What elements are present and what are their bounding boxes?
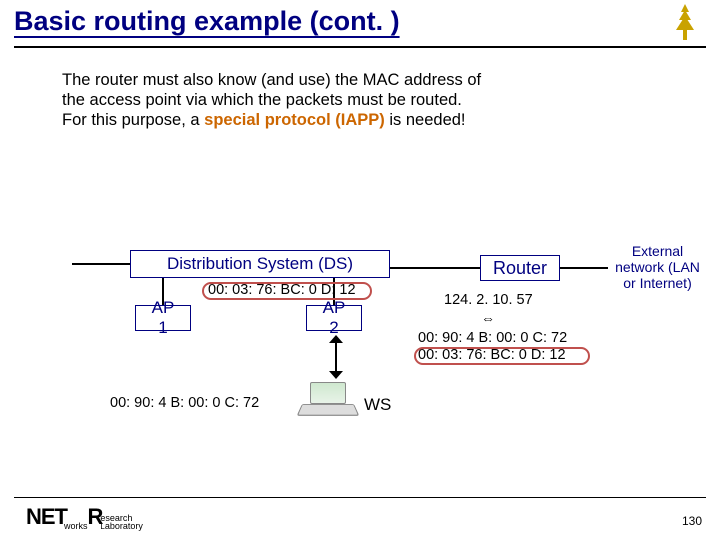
wireless-link-arrow bbox=[329, 335, 343, 379]
ws-label: WS bbox=[364, 395, 391, 415]
footer-logo-small2: esearchLaboratory bbox=[100, 514, 142, 530]
mac-address-ws-left: 00: 90: 4 B: 00: 0 C: 72 bbox=[110, 395, 259, 411]
body-text-line2: the access point via which the packets m… bbox=[62, 91, 462, 109]
title-divider bbox=[14, 46, 706, 48]
highlight-circle-ap2-mac-right bbox=[414, 347, 590, 365]
ds-box: Distribution System (DS) bbox=[130, 250, 390, 278]
body-paragraph: The router must also know (and use) the … bbox=[62, 70, 652, 130]
body-text-line3-prefix: For this purpose, a bbox=[62, 111, 204, 129]
router-ip: 124. 2. 10. 57 bbox=[444, 292, 533, 308]
footer-logo: NETworksResearchLaboratory bbox=[26, 504, 143, 530]
tree-logo-icon bbox=[668, 2, 702, 40]
body-text-line1: The router must also know (and use) the … bbox=[62, 71, 481, 89]
slide-title: Basic routing example (cont. ) bbox=[14, 6, 400, 37]
laptop-icon bbox=[302, 382, 356, 420]
footer-logo-net: NET bbox=[26, 504, 67, 529]
ap1-box: AP 1 bbox=[135, 305, 191, 331]
router-box: Router bbox=[480, 255, 560, 281]
ap2-box: AP 2 bbox=[306, 305, 362, 331]
footer-divider bbox=[14, 497, 706, 499]
wire-router-ext bbox=[560, 267, 608, 269]
mac-address-ws-right: 00: 90: 4 B: 00: 0 C: 72 bbox=[418, 330, 567, 346]
wire-ds-left bbox=[72, 263, 130, 265]
footer-logo-small: works bbox=[64, 522, 88, 530]
external-network-label: External network (LAN or Internet) bbox=[615, 243, 700, 291]
slide: Basic routing example (cont. ) The route… bbox=[0, 0, 720, 540]
page-number: 130 bbox=[682, 514, 702, 528]
body-text-special: special protocol (IAPP) bbox=[204, 111, 385, 129]
highlight-circle-ap2-mac bbox=[202, 282, 372, 300]
body-text-line3-suffix: is needed! bbox=[385, 111, 466, 129]
network-diagram: Distribution System (DS) Router External… bbox=[60, 200, 670, 450]
double-arrow-icon: ⇔ bbox=[481, 310, 495, 326]
wire-ds-router bbox=[390, 267, 480, 269]
